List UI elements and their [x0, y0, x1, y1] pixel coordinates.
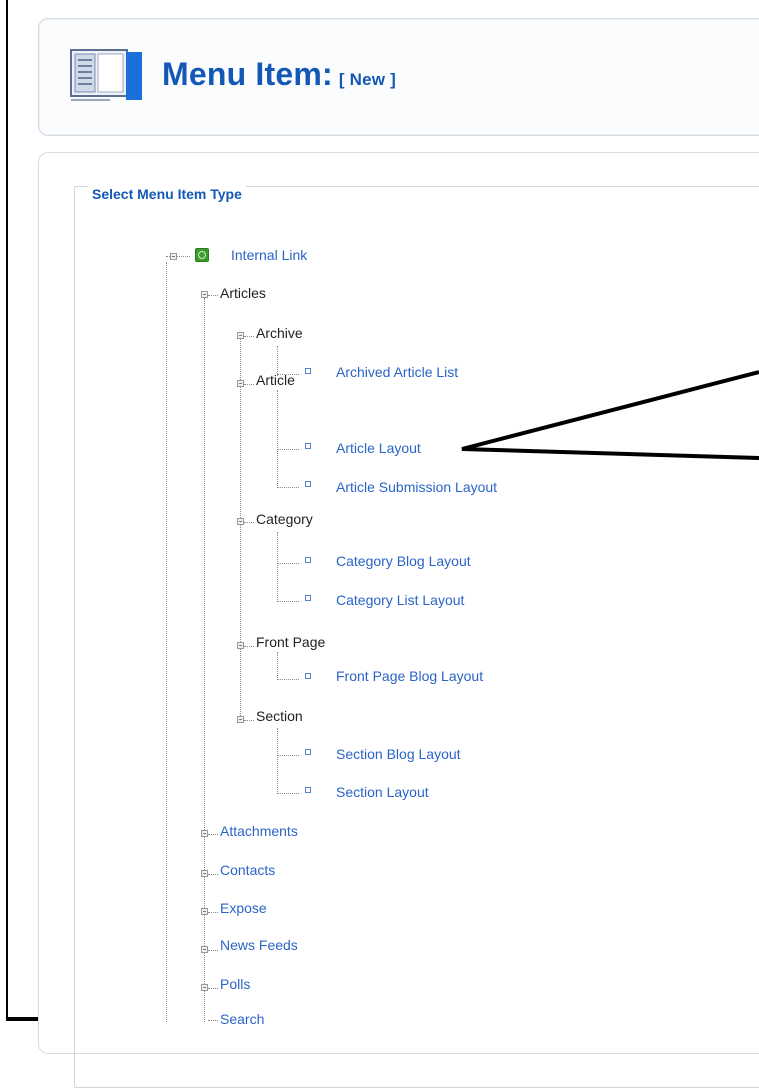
tree-item-archived-article-list[interactable]: Archived Article List	[336, 364, 458, 380]
tree-item-articles[interactable]: Articles	[220, 285, 266, 301]
collapse-icon[interactable]	[237, 380, 244, 387]
tree-item-expose[interactable]: Expose	[220, 900, 267, 916]
tree-item-category-list-layout[interactable]: Category List Layout	[336, 592, 464, 608]
tree-line	[277, 563, 299, 564]
tree-item-news-feeds[interactable]: News Feeds	[220, 937, 298, 953]
leaf-icon	[305, 749, 311, 755]
menu-type-tree: Internal Link Articles Archive Archived …	[0, 0, 759, 1027]
tree-item-front-page-blog-layout[interactable]: Front Page Blog Layout	[336, 668, 483, 684]
tree-item-article-submission-layout[interactable]: Article Submission Layout	[336, 479, 497, 495]
tree-line	[277, 679, 299, 680]
tree-line	[277, 532, 278, 602]
tree-line	[277, 487, 299, 488]
leaf-icon	[305, 595, 311, 601]
tree-item-internal-link[interactable]: Internal Link	[231, 247, 307, 263]
tree-line	[244, 522, 254, 523]
tree-item-front-page[interactable]: Front Page	[256, 634, 325, 650]
collapse-icon[interactable]	[201, 908, 208, 915]
tree-line	[208, 988, 218, 989]
tree-line	[208, 912, 218, 913]
collapse-icon[interactable]	[201, 830, 208, 837]
tree-item-category-blog-layout[interactable]: Category Blog Layout	[336, 553, 471, 569]
leaf-icon	[305, 787, 311, 793]
tree-item-polls[interactable]: Polls	[220, 976, 250, 992]
leaf-icon	[305, 368, 311, 374]
tree-item-category[interactable]: Category	[256, 511, 313, 527]
tree-line	[208, 295, 218, 296]
tree-item-section-blog-layout[interactable]: Section Blog Layout	[336, 746, 461, 762]
tree-line	[208, 1020, 218, 1021]
collapse-icon[interactable]	[237, 332, 244, 339]
leaf-icon	[305, 557, 311, 563]
tree-line	[277, 601, 299, 602]
tree-line	[277, 728, 278, 794]
collapse-icon[interactable]	[201, 946, 208, 953]
collapse-icon[interactable]	[170, 253, 177, 260]
tree-item-section-layout[interactable]: Section Layout	[336, 784, 429, 800]
tree-line	[208, 834, 218, 835]
leaf-icon	[305, 673, 311, 679]
tree-line	[277, 390, 278, 488]
tree-line	[166, 262, 167, 1022]
tree-line	[277, 793, 299, 794]
collapse-icon[interactable]	[201, 870, 208, 877]
tree-item-attachments[interactable]: Attachments	[220, 823, 298, 839]
tree-item-contacts[interactable]: Contacts	[220, 862, 275, 878]
collapse-icon[interactable]	[237, 642, 244, 649]
leaf-icon	[305, 443, 311, 449]
tree-line	[244, 384, 254, 385]
tree-line	[244, 646, 254, 647]
globe-icon	[195, 248, 209, 262]
tree-line	[244, 336, 254, 337]
collapse-icon[interactable]	[237, 518, 244, 525]
leaf-icon	[305, 481, 311, 487]
collapse-icon[interactable]	[201, 984, 208, 991]
tree-item-article-layout[interactable]: Article Layout	[336, 440, 421, 456]
tree-line	[277, 652, 278, 680]
tree-item-archive[interactable]: Archive	[256, 325, 303, 341]
tree-line	[244, 720, 254, 721]
collapse-icon[interactable]	[237, 716, 244, 723]
tree-line	[208, 874, 218, 875]
tree-item-section[interactable]: Section	[256, 708, 303, 724]
tree-line	[277, 449, 299, 450]
tree-line	[240, 336, 241, 722]
tree-line	[208, 950, 218, 951]
tree-line	[277, 755, 299, 756]
tree-item-article[interactable]: Article	[256, 372, 295, 388]
collapse-icon[interactable]	[201, 291, 208, 298]
